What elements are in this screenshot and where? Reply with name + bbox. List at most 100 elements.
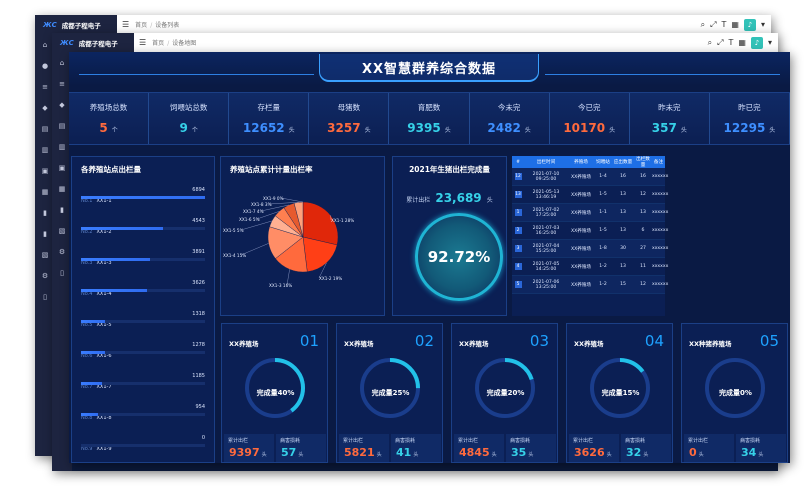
avatar[interactable]: ♪: [743, 18, 756, 31]
farm-number: 01: [299, 332, 319, 350]
farm-stat-label: 病害损耗: [625, 438, 646, 444]
station-value: 6894: [192, 187, 205, 193]
kpi-card: 饲喂站总数 9 个: [149, 93, 230, 144]
kpi-card: 育肥数 9395 头: [389, 93, 470, 144]
avatar-2[interactable]: ♪: [750, 36, 763, 49]
table-cell: xxxxxx: [652, 246, 669, 251]
chevron-down-icon-2[interactable]: ▾: [768, 38, 772, 47]
table-header-cell: 饲喂站: [596, 160, 610, 165]
breadcrumb-home-2[interactable]: 首页: [152, 40, 164, 47]
farm-stat-value: 57: [281, 446, 297, 459]
kpi-card: 母猪数 3257 头: [309, 93, 390, 144]
kpi-value-line: 357 头: [630, 121, 709, 135]
kpi-value: 357: [651, 121, 677, 135]
table-cell: xxxxxx: [652, 264, 669, 269]
table-cell: 16: [640, 174, 646, 179]
completion-panel: 2021年生猪出栏完成量 累计出栏 23,689 头 92.72%: [392, 156, 507, 316]
search-icon[interactable]: ⌕: [701, 20, 705, 30]
station-bar-track: [81, 289, 205, 292]
station-bar-fill: [81, 382, 103, 385]
search-icon-2[interactable]: ⌕: [708, 38, 712, 48]
farm-number: 02: [414, 332, 434, 350]
pie-title: 养殖站点累计计量出栏率: [230, 165, 313, 174]
farm-stat-value: 5821: [344, 446, 375, 459]
kpi-value: 2482: [487, 121, 521, 135]
table-row[interactable]: 5 2021-07-06 13:25:00 XX养殖场 1-2 15 12 xxxxxx: [512, 276, 668, 294]
table-cell: 6: [641, 228, 645, 233]
farm-card[interactable]: XX养殖场 03 完成量20% 累计出栏 4845 头病害损耗 35 头: [451, 323, 558, 463]
farm-stat-label: 累计出栏: [458, 438, 479, 444]
farm-stat: 病害损耗 35 头: [506, 434, 556, 462]
table-cell: 11: [640, 264, 646, 269]
breadcrumb: 首页 / 设备列表: [135, 22, 180, 29]
kpi-card: 昨已完 12295 头: [710, 93, 790, 144]
table-cell: 2021-07-02 17:25:00: [532, 207, 560, 218]
dashboard-title: XX智慧群养综合数据: [319, 54, 539, 82]
grid-icon-2[interactable]: ▦: [738, 38, 746, 47]
menu-toggle-icon-2[interactable]: ☰: [139, 38, 146, 47]
farm-name: XX种猪养殖场: [689, 340, 732, 348]
font-size-icon[interactable]: T: [722, 20, 727, 29]
table-row[interactable]: 4 2021-07-05 14:25:00 XX养殖场 1-2 13 11 xxxxxx: [512, 258, 669, 276]
farm-stat-value-line: 9397 头: [229, 446, 274, 459]
breadcrumb-home[interactable]: 首页: [135, 22, 147, 29]
farm-completion-label: 完成量40%: [256, 389, 295, 397]
fullscreen-icon[interactable]: ⤢: [710, 20, 716, 30]
table-header: # 出栏时间 养殖场 饲喂站 应出数量 出栏数量 备注: [512, 156, 665, 168]
station-bar-fill: [81, 289, 147, 292]
table-cell: 30: [620, 246, 626, 251]
table-row[interactable]: 2 2021-07-03 16:25:00 XX养殖场 1-5 13 6 xxxxxx: [512, 222, 668, 240]
table-header-cell: 应出数量: [613, 160, 633, 165]
kpi-unit: 头: [769, 127, 776, 134]
table-row[interactable]: 3 2021-07-04 15:25:00 XX养殖场 1-8 30 27 xxxxxx: [512, 240, 669, 258]
table-cell: 2021-07-03 16:25:00: [532, 225, 560, 236]
grid-icon[interactable]: ▦: [731, 20, 739, 29]
table-cell: 2: [512, 227, 524, 234]
farm-card[interactable]: XX养殖场 01 完成量40% 累计出栏 9397 头病害损耗 57 头: [221, 323, 328, 463]
kpi-unit: 头: [288, 127, 295, 134]
table-row[interactable]: 1 2021-07-02 17:25:00 XX养殖场 1-1 13 13 xxxxxx: [512, 204, 669, 222]
farm-name: XX养殖场: [459, 340, 489, 348]
kpi-value-line: 10170 头: [550, 121, 629, 135]
kpi-value: 3257: [327, 121, 361, 135]
table-header-cell: #: [516, 159, 520, 165]
brand-name: 成都子程电子: [61, 21, 101, 30]
row-index: 3: [514, 245, 522, 252]
farm-stat-unit: 头: [298, 452, 304, 458]
farm-card[interactable]: XX种猪养殖场 05 完成量0% 累计出栏 0 头病害损耗 34 头: [681, 323, 788, 463]
table-cell: 13: [640, 210, 646, 215]
station-row: No.7 XX1-7 1185: [81, 373, 205, 399]
table-cell: xxxxxx: [652, 210, 669, 215]
menu-toggle-icon[interactable]: ☰: [122, 20, 129, 29]
pie-slice-label: XX1-2 19%: [319, 276, 342, 281]
chevron-down-icon[interactable]: ▾: [761, 20, 765, 29]
breadcrumb-current-2: 设备地图: [172, 40, 197, 47]
farm-card[interactable]: XX养殖场 02 完成量25% 累计出栏 5821 头病害损耗 41 头: [336, 323, 443, 463]
table-header-cell: 备注: [653, 160, 664, 165]
station-value: 1185: [192, 373, 205, 379]
table-header-cell: 养殖场: [574, 160, 588, 165]
table-cell: 2021-05-13 13:46:19: [532, 189, 560, 200]
kpi-label: 今已完: [577, 103, 601, 112]
farm-stat-value-line: 0头: [689, 446, 734, 459]
fullscreen-icon-2[interactable]: ⤢: [717, 38, 723, 48]
table-cell: 27: [640, 246, 646, 251]
dashboard-header: XX智慧群养综合数据: [69, 52, 790, 86]
farm-stat-unit: 头: [376, 452, 382, 458]
table-cell: 12: [512, 173, 524, 180]
farm-stat-unit: 头: [643, 452, 649, 458]
farm-stat-unit: 头: [606, 452, 612, 458]
pie-slice-label: XX1-8 3%: [251, 202, 272, 207]
station-bar-track: [81, 413, 205, 416]
table-header-cell: 出栏数量: [636, 157, 650, 168]
row-index: 5: [514, 281, 522, 288]
font-size-icon-2[interactable]: T: [729, 38, 734, 47]
farm-card[interactable]: XX养殖场 04 完成量15% 累计出栏 3626 头病害损耗 32 头: [566, 323, 673, 463]
stations-title: 各养殖站点出栏量: [81, 165, 141, 174]
table-row[interactable]: 13 2021-05-13 13:46:19 XX养殖场 1-5 13 12 xxxxxx: [512, 186, 669, 204]
pie-slice-label: XX1-7 4%: [243, 209, 264, 214]
table-cell: 4: [512, 263, 524, 270]
records-table: # 出栏时间 养殖场 饲喂站 应出数量 出栏数量 备注 12 2021-07-10 09:25…: [512, 156, 669, 316]
table-cell: xxxxxx: [652, 192, 669, 197]
table-row[interactable]: 12 2021-07-10 09:25:00 XX养殖场 1-4 16 16 xxxxxx: [512, 168, 668, 186]
